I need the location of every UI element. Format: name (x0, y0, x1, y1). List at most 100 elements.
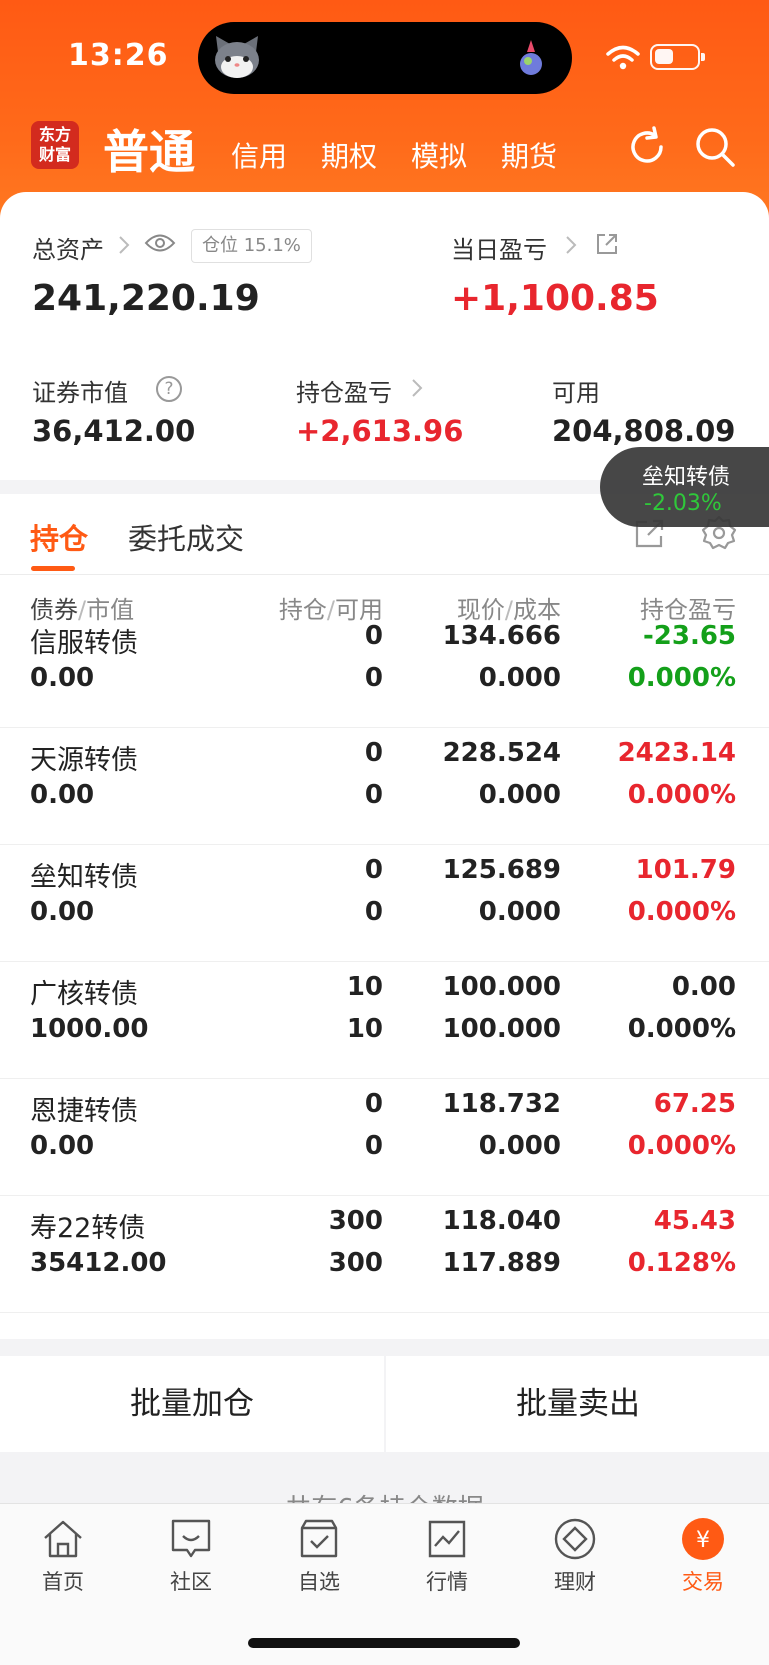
bond-cost: 0.000 (478, 897, 561, 927)
total-assets-value: 241,220.19 (32, 278, 260, 319)
tab-orders-trades[interactable]: 委托成交 (128, 516, 244, 558)
bond-position: 0 (364, 1089, 383, 1119)
holding-row[interactable]: 广核转债 1000.00 10 10 100.000 100.000 0.00 0.000% (0, 962, 769, 1079)
available-label: 可用 (552, 379, 600, 407)
tabbar-item-market[interactable]: 行情 (397, 1516, 497, 1606)
tab-simulation[interactable]: 模拟 (411, 135, 467, 175)
daily-pnl-value: +1,100.85 (451, 278, 659, 319)
bond-pnl-percent: 0.000% (627, 897, 736, 927)
bond-market-value: 1000.00 (30, 1014, 149, 1044)
chevron-right-icon (119, 236, 130, 254)
holdings-panel: 持仓 委托成交 债券/市值 持仓/可用 现价/成本 持仓盈亏 信服转债 0.00 0… (0, 494, 769, 1339)
tabbar-label: 交易 (682, 1570, 724, 1594)
eye-icon[interactable] (144, 232, 176, 254)
bond-market-value: 0.00 (30, 663, 95, 693)
bond-name: 恩捷转债 (30, 1096, 138, 1127)
total-assets-label[interactable]: 总资产 (32, 230, 104, 265)
tabbar-item-home[interactable]: 首页 (13, 1516, 113, 1606)
bond-market-value: 0.00 (30, 897, 95, 927)
holding-pnl-label[interactable]: 持仓盈亏 (296, 373, 392, 408)
tabbar-item-community[interactable]: 社区 (141, 1516, 241, 1606)
logo-line-2: 财富 (38, 145, 71, 164)
market-value-label: 证券市值 (32, 379, 128, 407)
bond-cost: 117.889 (442, 1248, 561, 1278)
bond-position: 0 (364, 621, 383, 651)
tabbar-label: 首页 (42, 1570, 84, 1594)
bond-name: 垒知转债 (30, 862, 138, 893)
tab-options[interactable]: 期权 (321, 135, 377, 175)
bond-available: 0 (364, 663, 383, 693)
market-icon (428, 1520, 466, 1558)
holding-row[interactable]: 天源转债 0.00 0 0 228.524 0.000 2423.14 0.000% (0, 728, 769, 845)
holding-row[interactable]: 寿22转债 35412.00 300 300 118.040 117.889 45.43 0.… (0, 1196, 769, 1313)
trade-icon: ¥ (682, 1518, 724, 1560)
tab-active-indicator (31, 566, 75, 571)
bond-pnl-percent: 0.128% (627, 1248, 736, 1278)
dynamic-island (198, 22, 572, 94)
tab-divider (0, 574, 769, 575)
asset-summary-card: 总资产 仓位 15.1% 241,220.19 当日盈亏 +1,100.85 证… (0, 192, 769, 480)
home-icon (44, 1520, 82, 1558)
tabbar-label: 行情 (426, 1570, 468, 1594)
refresh-icon[interactable] (625, 125, 669, 169)
help-icon[interactable]: ? (156, 376, 182, 402)
batch-sell-button[interactable]: 批量卖出 (386, 1356, 769, 1452)
tab-credit[interactable]: 信用 (231, 135, 287, 175)
floating-quote-widget[interactable]: 垒知转债 -2.03% (600, 447, 769, 527)
wealth-icon (554, 1518, 596, 1560)
bond-pnl: 45.43 (653, 1206, 736, 1236)
bond-cost: 0.000 (478, 1131, 561, 1161)
holding-row[interactable]: 信服转债 0.00 0 0 134.666 0.000 -23.65 0.000% (0, 611, 769, 728)
bond-price: 100.000 (442, 972, 561, 1002)
bond-pnl-percent: 0.000% (627, 1014, 736, 1044)
community-icon (171, 1519, 211, 1558)
logo-line-1: 东方 (38, 125, 71, 144)
bond-available: 300 (328, 1248, 383, 1278)
tab-normal-account[interactable]: 普通 (103, 116, 195, 182)
app-activity-icon (520, 40, 542, 75)
bond-position: 0 (364, 738, 383, 768)
tab-holdings[interactable]: 持仓 (30, 516, 88, 558)
bond-available: 10 (346, 1014, 383, 1044)
bond-price: 228.524 (442, 738, 561, 768)
bond-available: 0 (364, 1131, 383, 1161)
available-value: 204,808.09 (552, 414, 736, 448)
bond-market-value: 35412.00 (30, 1248, 167, 1278)
tabbar-label: 社区 (170, 1570, 212, 1594)
tabbar-item-wealth[interactable]: 理财 (525, 1516, 625, 1606)
chevron-right-icon (566, 236, 577, 254)
bond-cost: 0.000 (478, 780, 561, 810)
holding-row[interactable]: 垒知转债 0.00 0 0 125.689 0.000 101.79 0.000% (0, 845, 769, 962)
position-ratio-badge: 仓位 15.1% (191, 229, 312, 263)
bond-name: 信服转债 (30, 628, 138, 659)
bond-position: 0 (364, 855, 383, 885)
bond-pnl: 2423.14 (617, 738, 736, 768)
chevron-right-icon (412, 379, 423, 397)
bond-cost: 0.000 (478, 663, 561, 693)
tab-futures[interactable]: 期货 (501, 135, 557, 175)
eastmoney-logo: 东方 财富 (31, 121, 79, 169)
bond-position: 300 (328, 1206, 383, 1236)
external-link-icon[interactable] (595, 232, 619, 256)
bond-pnl: 0.00 (671, 972, 736, 1002)
batch-add-button[interactable]: 批量加仓 (0, 1356, 384, 1452)
bond-available: 0 (364, 780, 383, 810)
row-divider (0, 1312, 769, 1313)
home-indicator (248, 1638, 520, 1648)
daily-pnl-label[interactable]: 当日盈亏 (451, 230, 547, 265)
battery-icon (650, 44, 705, 70)
tabbar-item-watchlist[interactable]: 自选 (269, 1516, 369, 1606)
watchlist-icon (300, 1519, 338, 1558)
tabbar-item-trade[interactable]: ¥ 交易 (653, 1516, 753, 1606)
search-icon[interactable] (693, 125, 737, 169)
bond-cost: 100.000 (442, 1014, 561, 1044)
holding-row[interactable]: 恩捷转债 0.00 0 0 118.732 0.000 67.25 0.000% (0, 1079, 769, 1196)
bond-price: 118.732 (442, 1089, 561, 1119)
bond-price: 118.040 (442, 1206, 561, 1236)
bond-name: 寿22转债 (30, 1213, 146, 1244)
bond-pnl: -23.65 (642, 621, 736, 651)
bond-price: 134.666 (442, 621, 561, 651)
bond-pnl-percent: 0.000% (627, 663, 736, 693)
market-value: 36,412.00 (32, 414, 196, 448)
status-time: 13:26 (68, 38, 169, 73)
